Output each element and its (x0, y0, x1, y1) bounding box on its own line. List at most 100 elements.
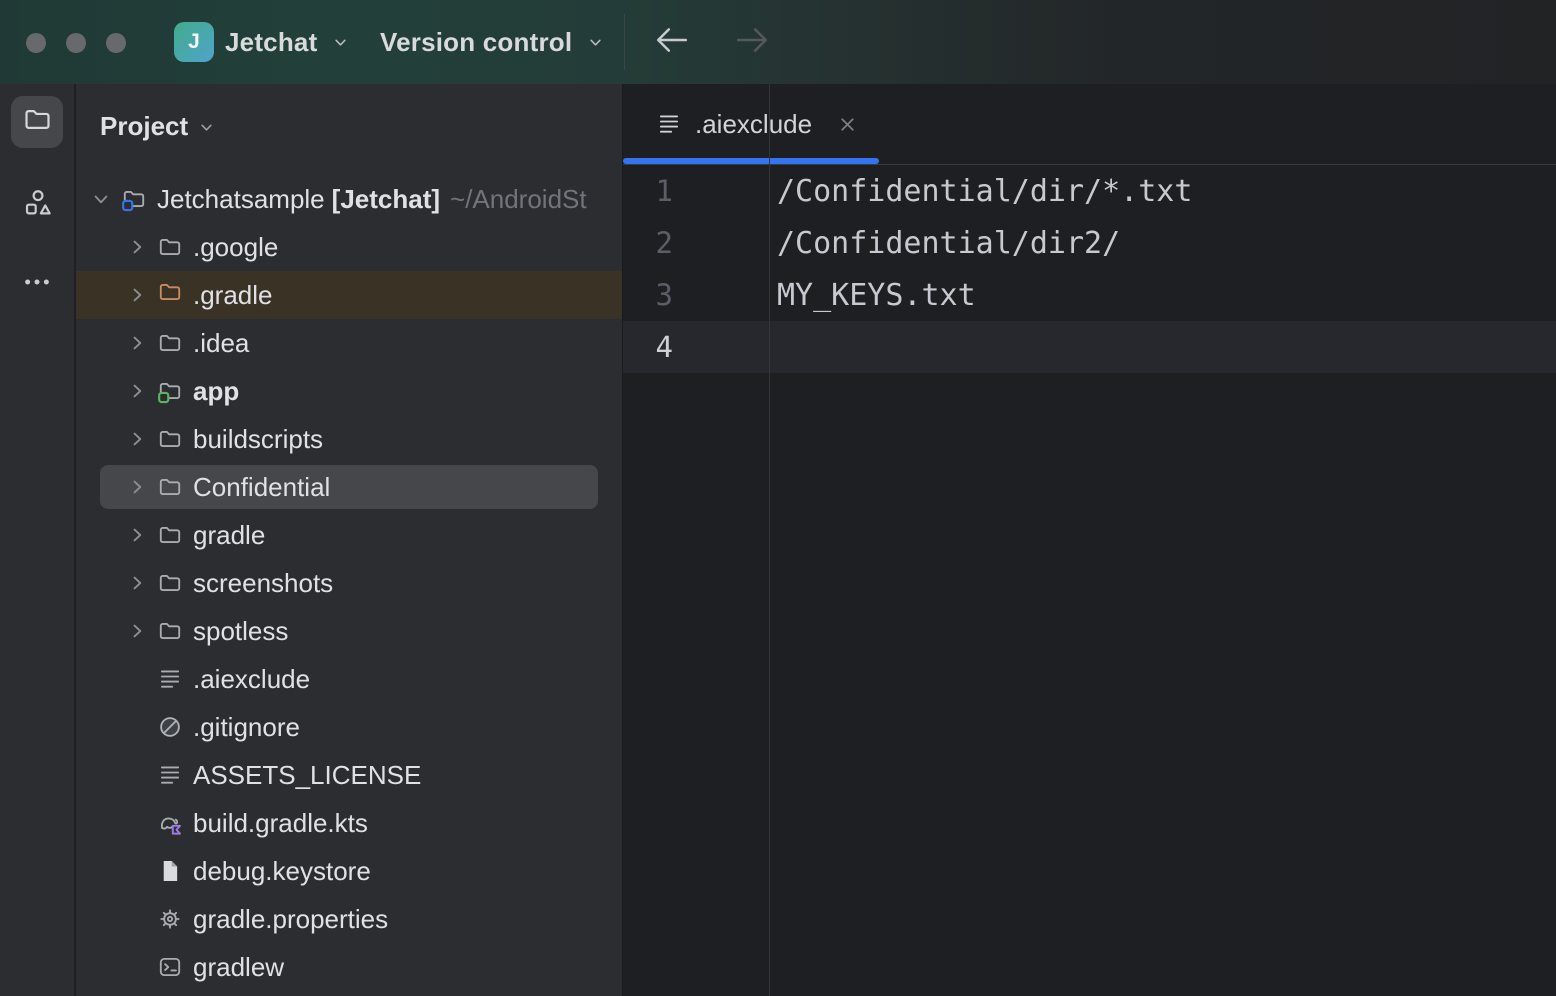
tree-item-screenshots[interactable]: screenshots (76, 559, 622, 607)
tree-row-content: gradle.properties (76, 895, 622, 943)
tree-item-buildscripts[interactable]: buildscripts (76, 415, 622, 463)
tree-item-build-gradle-kts[interactable]: build.gradle.kts (76, 799, 622, 847)
tree-item--gitignore[interactable]: .gitignore (76, 703, 622, 751)
tree-row-content: spotless (76, 607, 622, 655)
gutter-separator (769, 84, 770, 996)
active-tab-indicator (623, 158, 879, 164)
project-name-label: Jetchat (225, 27, 317, 58)
line-number: 3 (623, 278, 769, 312)
root-module: [Jetchat] (332, 184, 440, 215)
folder-icon (156, 425, 184, 453)
folder-icon (156, 569, 184, 597)
line-number: 2 (623, 226, 769, 260)
tree-row-content: app (76, 367, 622, 415)
tree-row-content: gradlew (76, 943, 622, 991)
titlebar-separator (624, 14, 625, 70)
tree-item-confidential[interactable]: Confidential (76, 463, 622, 511)
minimize-window-button[interactable] (66, 33, 86, 53)
tree-item--gradle[interactable]: .gradle (76, 271, 622, 319)
tree-items: .google .gradle.ideaappbuildscripts Confid… (76, 223, 622, 991)
code-line[interactable]: 3MY_KEYS.txt (623, 269, 1556, 321)
project-tree: Jetchatsample [Jetchat] ~/AndroidSt .goo… (76, 175, 622, 991)
chevron-right-icon[interactable] (124, 378, 150, 404)
chevron-right-icon[interactable] (124, 618, 150, 644)
tool-window-strip (0, 84, 75, 996)
chevron-down-icon[interactable] (88, 186, 114, 212)
code-line[interactable]: 1/Confidential/dir/*.txt (623, 165, 1556, 217)
more-dots-icon (22, 267, 52, 302)
vcs-widget[interactable]: Version control (380, 22, 605, 62)
tree-item-label: Confidential (193, 472, 330, 503)
arrow-right-icon (734, 22, 770, 63)
folder-icon (156, 233, 184, 261)
project-panel: Project Jetchatsample [Jetchat] ~/Androi… (76, 84, 622, 996)
tree-item--idea[interactable]: .idea (76, 319, 622, 367)
structure-icon (22, 187, 53, 223)
tree-row-content: buildscripts (76, 415, 622, 463)
tree-item-label: screenshots (193, 568, 333, 599)
tree-item-label: .aiexclude (193, 664, 310, 695)
window-controls (26, 33, 126, 53)
tree-row-content: .aiexclude (76, 655, 622, 703)
code-area[interactable]: 1/Confidential/dir/*.txt2/Confidential/d… (623, 165, 1556, 996)
tree-item-gradlew[interactable]: gradlew (76, 943, 622, 991)
chevron-down-icon (197, 118, 216, 137)
terminal-file-icon (156, 953, 184, 981)
tree-item-assets-license[interactable]: ASSETS_LICENSE (76, 751, 622, 799)
tree-item-gradle-properties[interactable]: gradle.properties (76, 895, 622, 943)
file-icon (156, 857, 184, 885)
tree-row-content: .google (76, 223, 622, 271)
line-number: 4 (623, 330, 769, 364)
gradle-kotlin-icon (156, 809, 184, 837)
tree-item-label: debug.keystore (193, 856, 371, 887)
chevron-right-icon[interactable] (124, 330, 150, 356)
root-name: Jetchatsample (157, 184, 325, 215)
tab-aiexclude[interactable]: .aiexclude (623, 84, 859, 164)
tree-item-label: spotless (193, 616, 288, 647)
navigate-forward-button[interactable] (732, 24, 772, 60)
project-logo: J (174, 22, 214, 62)
zoom-window-button[interactable] (106, 33, 126, 53)
line-text: MY_KEYS.txt (769, 278, 976, 313)
text-file-icon (156, 761, 184, 789)
folder-icon (156, 473, 184, 501)
tree-item--aiexclude[interactable]: .aiexclude (76, 655, 622, 703)
project-tool-button[interactable] (11, 96, 63, 148)
tree-item-debug-keystore[interactable]: debug.keystore (76, 847, 622, 895)
close-tab-icon[interactable] (835, 112, 859, 136)
tree-item-root[interactable]: Jetchatsample [Jetchat] ~/AndroidSt (76, 175, 622, 223)
chevron-right-icon[interactable] (124, 282, 150, 308)
chevron-down-icon (586, 33, 605, 52)
more-tools-button[interactable] (11, 258, 63, 310)
folder-icon (156, 617, 184, 645)
navigate-back-button[interactable] (652, 24, 692, 60)
code-line-current[interactable]: 4 (623, 321, 1556, 373)
chevron-right-icon[interactable] (124, 570, 150, 596)
tree-item-spotless[interactable]: spotless (76, 607, 622, 655)
tree-item-app[interactable]: app (76, 367, 622, 415)
structure-tool-button[interactable] (11, 179, 63, 231)
project-widget[interactable]: J Jetchat (174, 22, 350, 62)
tree-item--google[interactable]: .google (76, 223, 622, 271)
project-panel-title: Project (100, 111, 188, 142)
tree-item-label: gradle (193, 520, 265, 551)
folder-icon (22, 104, 53, 140)
folder-icon (156, 521, 184, 549)
code-line[interactable]: 2/Confidential/dir2/ (623, 217, 1556, 269)
arrow-left-icon (654, 22, 690, 63)
tree-item-label: gradlew (193, 952, 284, 983)
close-window-button[interactable] (26, 33, 46, 53)
vcs-menu-label: Version control (380, 27, 572, 58)
root-path: ~/AndroidSt (450, 184, 587, 215)
chevron-right-icon[interactable] (124, 234, 150, 260)
tree-row-content: .gitignore (76, 703, 622, 751)
tree-item-label: .google (193, 232, 278, 263)
chevron-right-icon[interactable] (124, 474, 150, 500)
project-view-selector[interactable]: Project (100, 106, 216, 146)
ignored-file-icon (156, 713, 184, 741)
chevron-right-icon[interactable] (124, 522, 150, 548)
tree-row-content: .gradle (76, 271, 622, 319)
tree-item-gradle[interactable]: gradle (76, 511, 622, 559)
chevron-right-icon[interactable] (124, 426, 150, 452)
folder-app-icon (156, 377, 184, 405)
